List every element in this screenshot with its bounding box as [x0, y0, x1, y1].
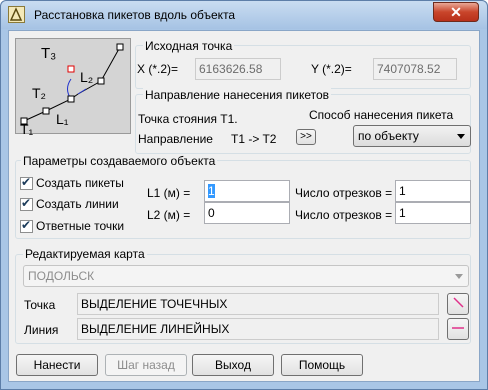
segments-2-label: Число отрезков = — [295, 208, 393, 222]
create-pickets-checkbox[interactable] — [20, 175, 33, 190]
y-field[interactable]: 7407078.52 — [373, 58, 457, 80]
method-select[interactable]: по объекту — [353, 125, 471, 147]
step-back-button[interactable]: Шаг назад — [105, 354, 187, 376]
diagram-label-t1: T₁ — [20, 121, 34, 137]
exit-button[interactable]: Выход — [192, 354, 274, 376]
chevron-down-icon — [457, 134, 465, 139]
params-title: Параметры создаваемого объекта — [21, 154, 218, 168]
y-label: Y (*.2)= — [311, 62, 352, 76]
method-label: Способ нанесения пикета — [309, 108, 454, 122]
x-label: X (*.2)= — [137, 62, 179, 76]
diagram-label-t3: T₃ — [41, 45, 57, 62]
segments-1-input[interactable]: 1 — [395, 180, 471, 202]
create-lines-checkbox[interactable] — [20, 196, 33, 211]
direction-value: T1 -> T2 — [231, 132, 277, 146]
line-layer-field[interactable]: ВЫДЕЛЕНИЕ ЛИНЕЙНЫХ — [77, 318, 439, 340]
point-style-icon — [453, 297, 464, 308]
l1-value: 1 — [208, 184, 215, 198]
point-style-button[interactable] — [447, 293, 469, 315]
l2-input[interactable]: 0 — [204, 202, 290, 224]
station-text: Точка стояния Т1. — [138, 112, 238, 126]
window-title: Расстановка пикетов вдоль объекта — [34, 8, 236, 22]
chevron-down-icon — [455, 274, 463, 279]
map-select-value: ПОДОЛЬСК — [28, 269, 95, 283]
diagram-panel: T₃ L₂ T₂ L₁ T₁ — [15, 38, 131, 137]
method-select-value: по объекту — [358, 129, 419, 143]
direction-title: Направление нанесения пикетов — [143, 88, 332, 102]
l1-input[interactable]: 1 — [204, 180, 290, 202]
apply-button[interactable]: Нанести — [16, 354, 98, 376]
map-select[interactable]: ПОДОЛЬСК — [23, 265, 469, 287]
point-layer-field[interactable]: ВЫДЕЛЕНИЕ ТОЧЕЧНЫХ — [77, 293, 439, 315]
close-button[interactable]: ✕ — [433, 2, 479, 22]
l1-label: L1 (м) = — [147, 186, 191, 200]
segments-2-input[interactable]: 1 — [395, 202, 471, 224]
line-label: Линия — [24, 323, 59, 337]
create-lines-label[interactable]: Создать линии — [36, 197, 119, 211]
diagram-label-l2: L₂ — [80, 69, 94, 85]
diagram-label-l1: L₁ — [56, 111, 69, 127]
x-field[interactable]: 6163626.58 — [195, 58, 281, 80]
dialog-window: Расстановка пикетов вдоль объекта ✕ T₃ L… — [0, 0, 488, 390]
line-style-icon — [452, 327, 464, 329]
line-style-button[interactable] — [447, 318, 469, 340]
direction-label: Направление — [138, 132, 213, 146]
segments-1-label: Число отрезков = — [295, 186, 393, 200]
swap-direction-button[interactable]: >> — [296, 129, 316, 145]
map-title: Редактируемая карта — [23, 247, 147, 261]
source-point-title: Исходная точка — [143, 39, 235, 53]
help-button[interactable]: Помощь — [281, 354, 363, 376]
point-label: Точка — [24, 298, 56, 312]
app-icon — [8, 6, 25, 23]
title-bar[interactable]: Расстановка пикетов вдоль объекта ✕ — [1, 1, 487, 29]
l2-label: L2 (м) = — [147, 208, 191, 222]
diagram-label-t2: T₂ — [32, 85, 46, 101]
create-pickets-label[interactable]: Создать пикеты — [36, 176, 124, 190]
reply-points-checkbox[interactable] — [20, 218, 33, 233]
dialog-body: T₃ L₂ T₂ L₁ T₁ Исходная точка X (*.2)= 6… — [8, 30, 480, 382]
reply-points-label[interactable]: Ответные точки — [36, 219, 124, 233]
